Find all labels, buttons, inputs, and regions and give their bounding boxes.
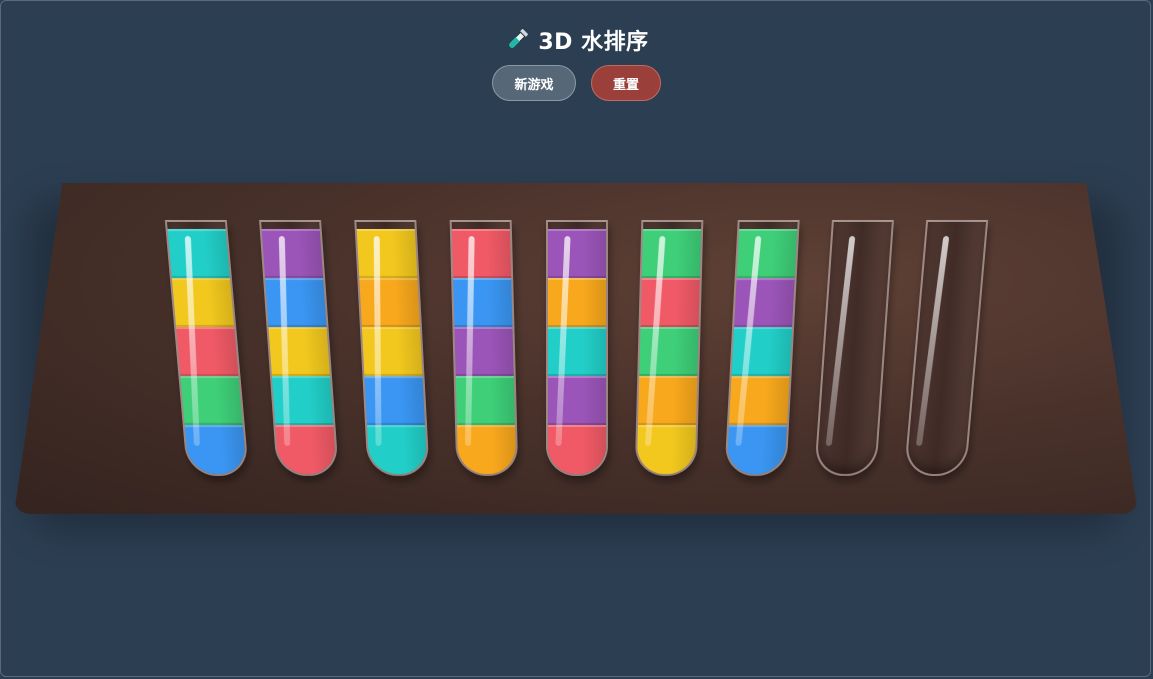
- liquid-layer-yellow: [268, 327, 330, 376]
- liquid-layer-purple: [261, 229, 324, 278]
- liquid-layer-yellow: [361, 327, 423, 376]
- new-game-button[interactable]: 新游戏: [492, 65, 576, 101]
- liquid-layer-yellow: [171, 278, 235, 327]
- liquid-layer-green: [639, 327, 699, 376]
- liquid-layer-orange: [359, 278, 420, 327]
- liquid-layer-red: [176, 327, 239, 376]
- liquid-layer-purple: [548, 229, 606, 278]
- liquid-layer-green: [736, 229, 798, 278]
- tube-4[interactable]: [449, 220, 519, 476]
- page-title: 3D 水排序: [0, 24, 1153, 59]
- liquid-layer-teal: [548, 327, 606, 376]
- liquid-layer-teal: [271, 376, 334, 425]
- liquid-layer-purple: [454, 327, 514, 376]
- title-text: 3D 水排序: [538, 30, 649, 55]
- tube-5[interactable]: [546, 220, 608, 476]
- liquid-layer-blue: [265, 278, 327, 327]
- liquid-layer-yellow: [356, 229, 418, 278]
- liquid-layer-blue: [364, 376, 426, 425]
- liquid-layer-green: [180, 376, 243, 425]
- liquid-layer-blue: [726, 425, 787, 476]
- controls-bar: 新游戏 重置: [0, 65, 1153, 101]
- reset-button[interactable]: 重置: [591, 65, 661, 101]
- liquid-layer-purple: [734, 278, 795, 327]
- liquid-layer-red: [451, 229, 512, 278]
- liquid-layer-green: [641, 229, 702, 278]
- tube-6[interactable]: [634, 220, 704, 476]
- liquid-layer-blue: [453, 278, 513, 327]
- liquid-layer-red: [640, 278, 700, 327]
- liquid-layer-teal: [167, 229, 230, 278]
- test-tube-icon: [504, 27, 530, 59]
- liquid-layer-orange: [548, 278, 606, 327]
- liquid-layer-teal: [731, 327, 793, 376]
